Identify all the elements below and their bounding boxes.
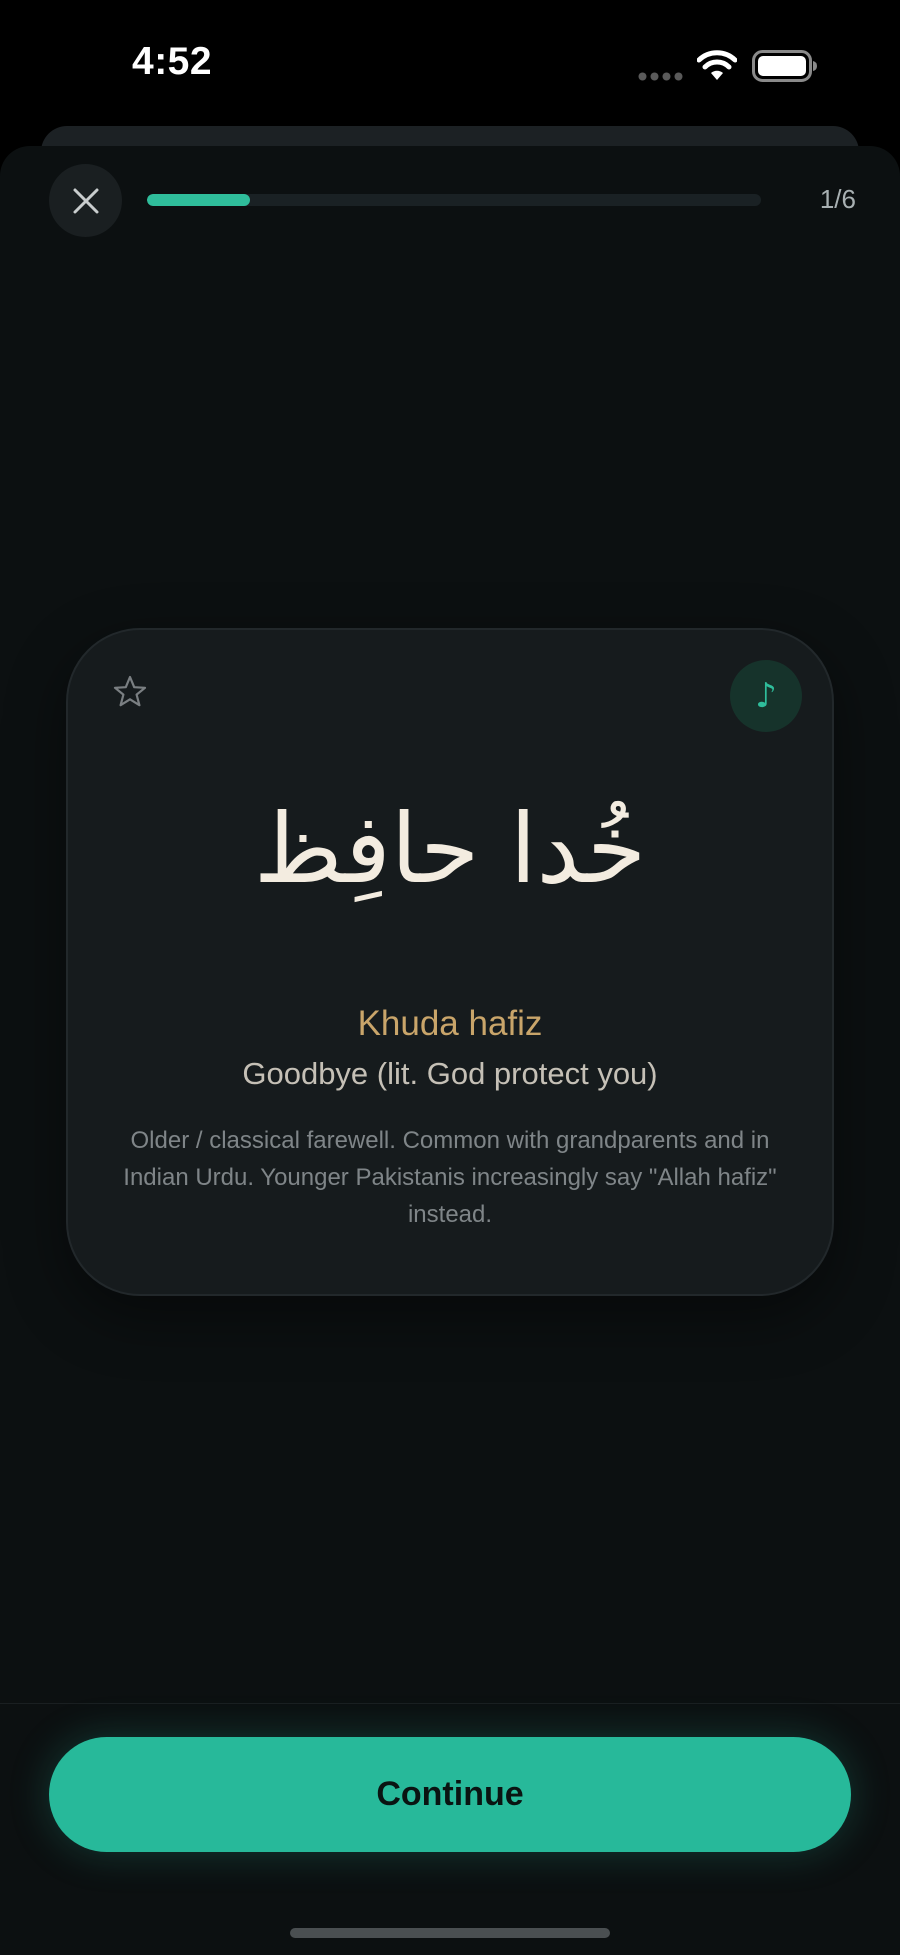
progress-counter: 1/6 [819, 184, 856, 214]
star-icon[interactable] [110, 672, 150, 712]
home-indicator[interactable] [290, 1928, 610, 1938]
music-note-icon: ♪ [755, 676, 777, 716]
status-time: 4:52 [132, 40, 213, 83]
continue-button[interactable]: Continue [49, 1737, 851, 1852]
wifi-icon [697, 50, 737, 80]
transliteration: Khuda hafiz [357, 1004, 543, 1043]
close-button[interactable] [49, 164, 122, 237]
play-audio-button[interactable]: ♪ [730, 660, 802, 732]
progress-fill [147, 194, 250, 206]
progress-bar [147, 194, 761, 206]
urdu-phrase: خُدا حافِظ [253, 793, 647, 905]
close-icon [73, 188, 98, 213]
status-bar: 4:52 [0, 0, 900, 130]
usage-note: Older / classical farewell. Common with … [123, 1127, 777, 1228]
footer-divider [0, 1703, 900, 1704]
translation: Goodbye (lit. God protect you) [242, 1056, 658, 1091]
phone-screen: 4:52 1/6 ♪ خُدا حافِظ Khuda hafiz Goodby… [0, 0, 900, 1955]
battery-icon [752, 50, 817, 82]
signal-dots-icon [638, 72, 683, 81]
